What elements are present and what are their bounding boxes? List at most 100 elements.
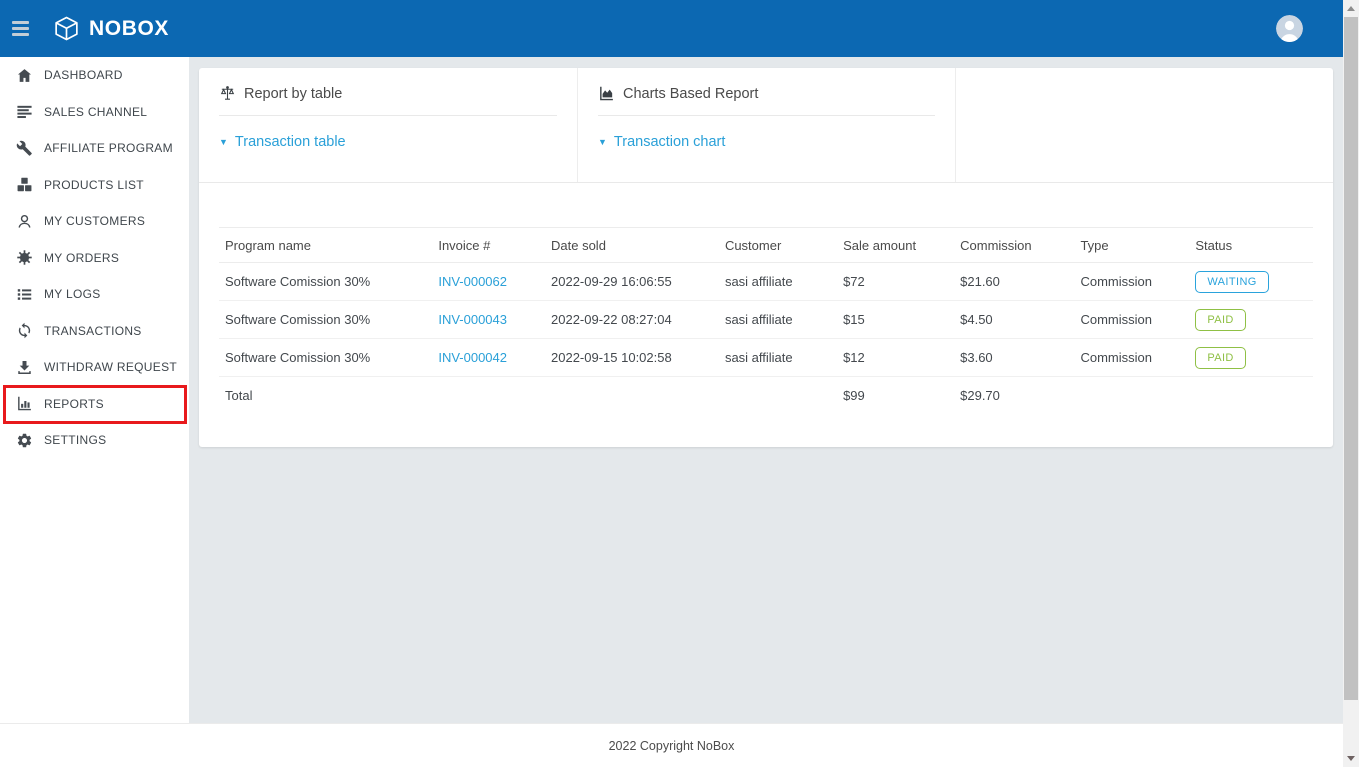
panel-title: Report by table xyxy=(219,85,557,102)
cell-program-name: Software Comission 30% xyxy=(219,263,432,301)
cell-commission: $4.50 xyxy=(954,301,1074,339)
total-empty-cell xyxy=(545,377,719,415)
total-empty-cell xyxy=(1189,377,1313,415)
cell-sale-amount: $15 xyxy=(837,301,954,339)
sidebar-item-label: MY CUSTOMERS xyxy=(44,214,145,228)
sidebar-item-products-list[interactable]: PRODUCTS LIST xyxy=(0,167,189,204)
panel-divider xyxy=(598,115,935,116)
cell-customer: sasi affiliate xyxy=(719,339,837,377)
cell-status: PAID xyxy=(1189,301,1313,339)
status-badge-paid: PAID xyxy=(1195,347,1245,369)
scroll-down-arrow-icon[interactable] xyxy=(1343,750,1359,767)
area-chart-icon xyxy=(598,85,615,102)
cell-program-name: Software Comission 30% xyxy=(219,339,432,377)
cell-invoice: INV-000042 xyxy=(432,339,545,377)
sidebar-item-label: PRODUCTS LIST xyxy=(44,178,144,192)
column-header-program-name: Program name xyxy=(219,228,432,263)
cell-sale-amount: $72 xyxy=(837,263,954,301)
total-empty-cell xyxy=(719,377,837,415)
cell-customer: sasi affiliate xyxy=(719,301,837,339)
column-header-type: Type xyxy=(1074,228,1189,263)
list-icon xyxy=(15,285,33,303)
table-row: Software Comission 30% INV-000043 2022-09-… xyxy=(219,301,1313,339)
chevron-down-icon: ▼ xyxy=(598,138,607,147)
report-panel-charts-based-report: Charts Based Report ▼Transaction chart xyxy=(577,68,955,182)
report-panel-report-by-table: Report by table ▼Transaction table xyxy=(199,68,577,182)
transactions-table: Program nameInvoice #Date soldCustomerSa… xyxy=(219,227,1313,415)
sidebar: DASHBOARD SALES CHANNEL AFFILIATE PROGRAM P… xyxy=(0,57,189,723)
bar-chart-icon xyxy=(15,395,33,413)
column-header-invoice: Invoice # xyxy=(432,228,545,263)
sidebar-item-label: TRANSACTIONS xyxy=(44,324,142,338)
orders-gear-icon xyxy=(15,249,33,267)
cell-status: PAID xyxy=(1189,339,1313,377)
panel-link-text: Transaction table xyxy=(235,134,346,150)
status-badge-waiting: WAITING xyxy=(1195,271,1268,293)
invoice-link[interactable]: INV-000043 xyxy=(438,312,507,327)
total-commission: $29.70 xyxy=(954,377,1074,415)
column-header-customer: Customer xyxy=(719,228,837,263)
panel-title-text: Charts Based Report xyxy=(623,86,758,102)
app-header: NOBOX xyxy=(0,0,1343,57)
cell-date-sold: 2022-09-15 10:02:58 xyxy=(545,339,719,377)
table-total-row: Total$99$29.70 xyxy=(219,377,1313,415)
total-empty-cell xyxy=(1074,377,1189,415)
transaction-table-link[interactable]: ▼Transaction table xyxy=(219,134,346,150)
home-icon xyxy=(15,66,33,84)
sync-icon xyxy=(15,322,33,340)
user-avatar-icon[interactable] xyxy=(1276,15,1303,42)
sidebar-item-label: SALES CHANNEL xyxy=(44,105,147,119)
cubes-icon xyxy=(15,176,33,194)
cell-program-name: Software Comission 30% xyxy=(219,301,432,339)
transaction-chart-link[interactable]: ▼Transaction chart xyxy=(598,134,725,150)
nobox-brand[interactable]: NOBOX xyxy=(53,15,169,42)
wrench-icon xyxy=(15,139,33,157)
cell-type: Commission xyxy=(1074,263,1189,301)
sidebar-item-reports[interactable]: REPORTS xyxy=(0,386,189,423)
page-scrollbar[interactable] xyxy=(1343,0,1359,767)
scroll-up-arrow-icon[interactable] xyxy=(1343,0,1359,17)
panel-title-text: Report by table xyxy=(244,86,342,102)
column-header-commission: Commission xyxy=(954,228,1074,263)
cell-date-sold: 2022-09-22 08:27:04 xyxy=(545,301,719,339)
cell-invoice: INV-000043 xyxy=(432,301,545,339)
sidebar-item-dashboard[interactable]: DASHBOARD xyxy=(0,57,189,94)
download-icon xyxy=(15,358,33,376)
scrollbar-thumb[interactable] xyxy=(1344,17,1358,700)
column-header-sale-amount: Sale amount xyxy=(837,228,954,263)
invoice-link[interactable]: INV-000042 xyxy=(438,350,507,365)
footer: 2022 Copyright NoBox xyxy=(0,723,1343,767)
table-header-row: Program nameInvoice #Date soldCustomerSa… xyxy=(219,228,1313,263)
sidebar-item-label: REPORTS xyxy=(44,397,104,411)
brand-title: NOBOX xyxy=(89,17,169,41)
sidebar-item-label: SETTINGS xyxy=(44,433,106,447)
report-panel-empty xyxy=(955,68,1333,182)
sidebar-item-settings[interactable]: SETTINGS xyxy=(0,422,189,459)
total-label: Total xyxy=(219,377,432,415)
user-outline-icon xyxy=(15,212,33,230)
copyright-text: 2022 Copyright NoBox xyxy=(609,739,735,753)
sidebar-item-withdraw-request[interactable]: WITHDRAW REQUEST xyxy=(0,349,189,386)
report-panels-row: Report by table▼Transaction tableCharts … xyxy=(199,68,1333,183)
sidebar-item-my-orders[interactable]: MY ORDERS xyxy=(0,240,189,277)
sidebar-item-affiliate-program[interactable]: AFFILIATE PROGRAM xyxy=(0,130,189,167)
menu-toggle-button[interactable] xyxy=(12,21,32,36)
invoice-link[interactable]: INV-000062 xyxy=(438,274,507,289)
sidebar-item-label: AFFILIATE PROGRAM xyxy=(44,141,173,155)
sidebar-menu: DASHBOARD SALES CHANNEL AFFILIATE PROGRAM P… xyxy=(0,57,189,459)
scales-icon xyxy=(219,85,236,102)
panel-title: Charts Based Report xyxy=(598,85,935,102)
sidebar-item-sales-channel[interactable]: SALES CHANNEL xyxy=(0,94,189,131)
gear-icon xyxy=(15,431,33,449)
cell-customer: sasi affiliate xyxy=(719,263,837,301)
cell-status: WAITING xyxy=(1189,263,1313,301)
sidebar-item-my-customers[interactable]: MY CUSTOMERS xyxy=(0,203,189,240)
table-row: Software Comission 30%INV-0000622022-09-… xyxy=(219,263,1313,301)
sidebar-item-label: MY LOGS xyxy=(44,287,101,301)
table-row: Software Comission 30% INV-000042 2022-09-… xyxy=(219,339,1313,377)
sidebar-item-my-logs[interactable]: MY LOGS xyxy=(0,276,189,313)
sidebar-item-transactions[interactable]: TRANSACTIONS xyxy=(0,313,189,350)
sidebar-item-label: DASHBOARD xyxy=(44,68,123,82)
sidebar-item-label: WITHDRAW REQUEST xyxy=(44,360,177,374)
cell-type: Commission xyxy=(1074,339,1189,377)
